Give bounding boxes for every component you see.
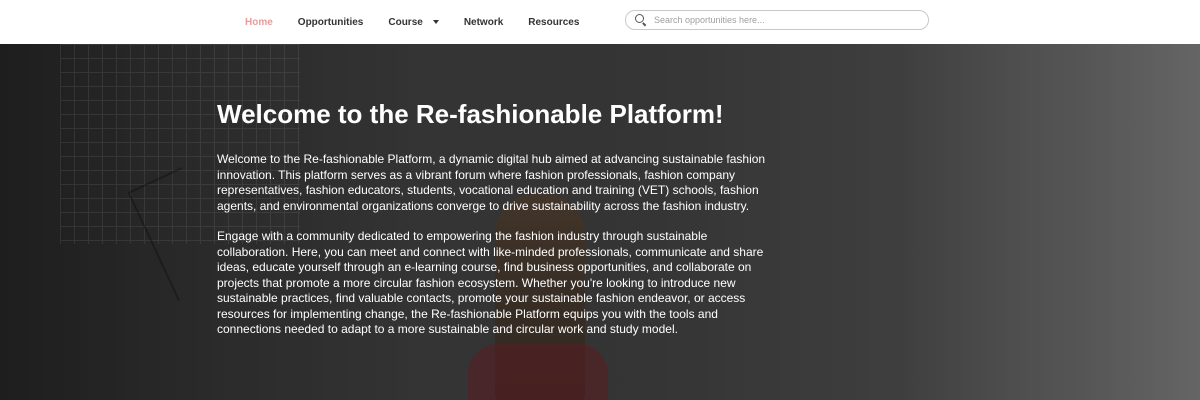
- nav-item-course[interactable]: Course: [388, 16, 439, 28]
- intro-paragraph: Welcome to the Re-fashionable Platform, …: [217, 152, 766, 213]
- search-box[interactable]: [625, 10, 929, 30]
- top-navigation-bar: Home Opportunities Course Network Resour…: [0, 0, 1200, 44]
- nav-item-network[interactable]: Network: [464, 17, 503, 28]
- nav-item-opportunities[interactable]: Opportunities: [298, 17, 364, 28]
- nav-item-course-label: Course: [388, 16, 423, 28]
- nav-item-home[interactable]: Home: [245, 17, 273, 28]
- engage-paragraph: Engage with a community dedicated to emp…: [217, 229, 764, 336]
- page-title: Welcome to the Re-fashionable Platform!: [217, 99, 724, 129]
- hero-content: Welcome to the Re-fashionable Platform! …: [217, 98, 777, 338]
- chevron-down-icon[interactable]: [432, 20, 439, 24]
- search-icon[interactable]: [634, 13, 648, 27]
- main-nav: Home Opportunities Course Network Resour…: [245, 0, 604, 44]
- nav-item-resources[interactable]: Resources: [528, 17, 579, 28]
- search-input[interactable]: [654, 15, 914, 25]
- hero-banner: Welcome to the Re-fashionable Platform! …: [0, 44, 1200, 400]
